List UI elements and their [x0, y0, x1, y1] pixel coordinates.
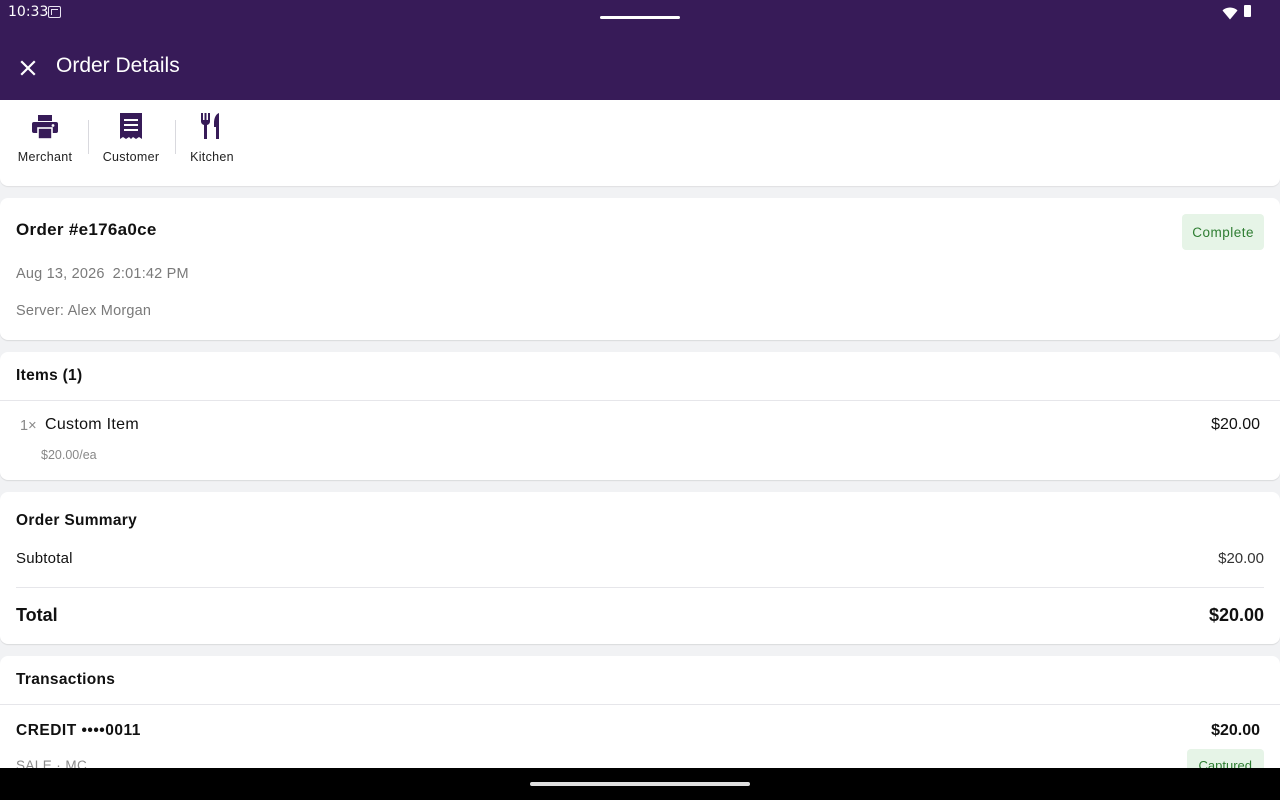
divider: [0, 704, 1280, 705]
summary-card: Order Summary Subtotal $20.00 Total $20.…: [0, 492, 1280, 644]
receipt-icon: [119, 110, 143, 140]
navigation-bar: [0, 768, 1280, 800]
home-handle[interactable]: [530, 782, 750, 786]
item-qty: 1×: [20, 418, 37, 434]
item-unit-price: $20.00/ea: [41, 448, 97, 462]
close-button[interactable]: [14, 54, 42, 82]
status-time: 10:33: [8, 4, 49, 20]
toolbar-divider: [175, 120, 176, 154]
order-date: Aug 13, 2026: [16, 266, 105, 282]
item-name: Custom Item: [45, 416, 139, 433]
subtotal-label: Subtotal: [16, 550, 73, 567]
items-header: Items (1): [16, 367, 83, 384]
print-merchant-label: Merchant: [17, 150, 73, 164]
print-toolbar: Merchant Customer Kitchen: [0, 100, 1280, 186]
close-icon: [20, 60, 36, 76]
summary-header: Order Summary: [16, 512, 138, 529]
order-datetime: Aug 13, 2026 2:01:42 PM: [16, 266, 189, 282]
status-bar: 10:33: [0, 0, 1280, 36]
print-customer-label: Customer: [102, 150, 160, 164]
print-kitchen-button[interactable]: Kitchen: [190, 110, 234, 170]
order-server: Server: Alex Morgan: [16, 303, 152, 319]
wifi-icon: [1222, 5, 1238, 24]
notification-icon: [48, 6, 61, 18]
order-card: Order #e176a0ce Complete Aug 13, 2026 2:0…: [0, 198, 1280, 340]
divider: [0, 400, 1280, 401]
transaction-card: CREDIT ••••0011: [16, 722, 141, 739]
print-merchant-button[interactable]: Merchant: [18, 110, 72, 170]
total-label: Total: [16, 605, 58, 625]
page-title: Order Details: [56, 54, 180, 77]
transactions-header: Transactions: [16, 671, 116, 688]
printer-icon: [31, 110, 59, 140]
status-badge: Complete: [1182, 214, 1264, 250]
items-card: Items (1) 1× Custom Item $20.00 $20.00/e…: [0, 352, 1280, 480]
divider: [16, 587, 1264, 588]
transaction-amount: $20.00: [1211, 722, 1260, 739]
print-kitchen-label: Kitchen: [190, 150, 234, 164]
utensils-icon: [199, 110, 225, 140]
app-bar: Order Details: [0, 36, 1280, 100]
drag-handle[interactable]: [600, 16, 680, 19]
print-customer-button[interactable]: Customer: [103, 110, 159, 170]
total-value: $20.00: [1208, 605, 1264, 625]
item-price: $20.00: [1211, 416, 1260, 433]
toolbar-divider: [88, 120, 89, 154]
battery-icon: [1244, 5, 1251, 17]
order-title: Order #e176a0ce: [16, 220, 157, 239]
subtotal-value: $20.00: [1218, 550, 1264, 567]
order-time: 2:01:42 PM: [112, 266, 189, 282]
